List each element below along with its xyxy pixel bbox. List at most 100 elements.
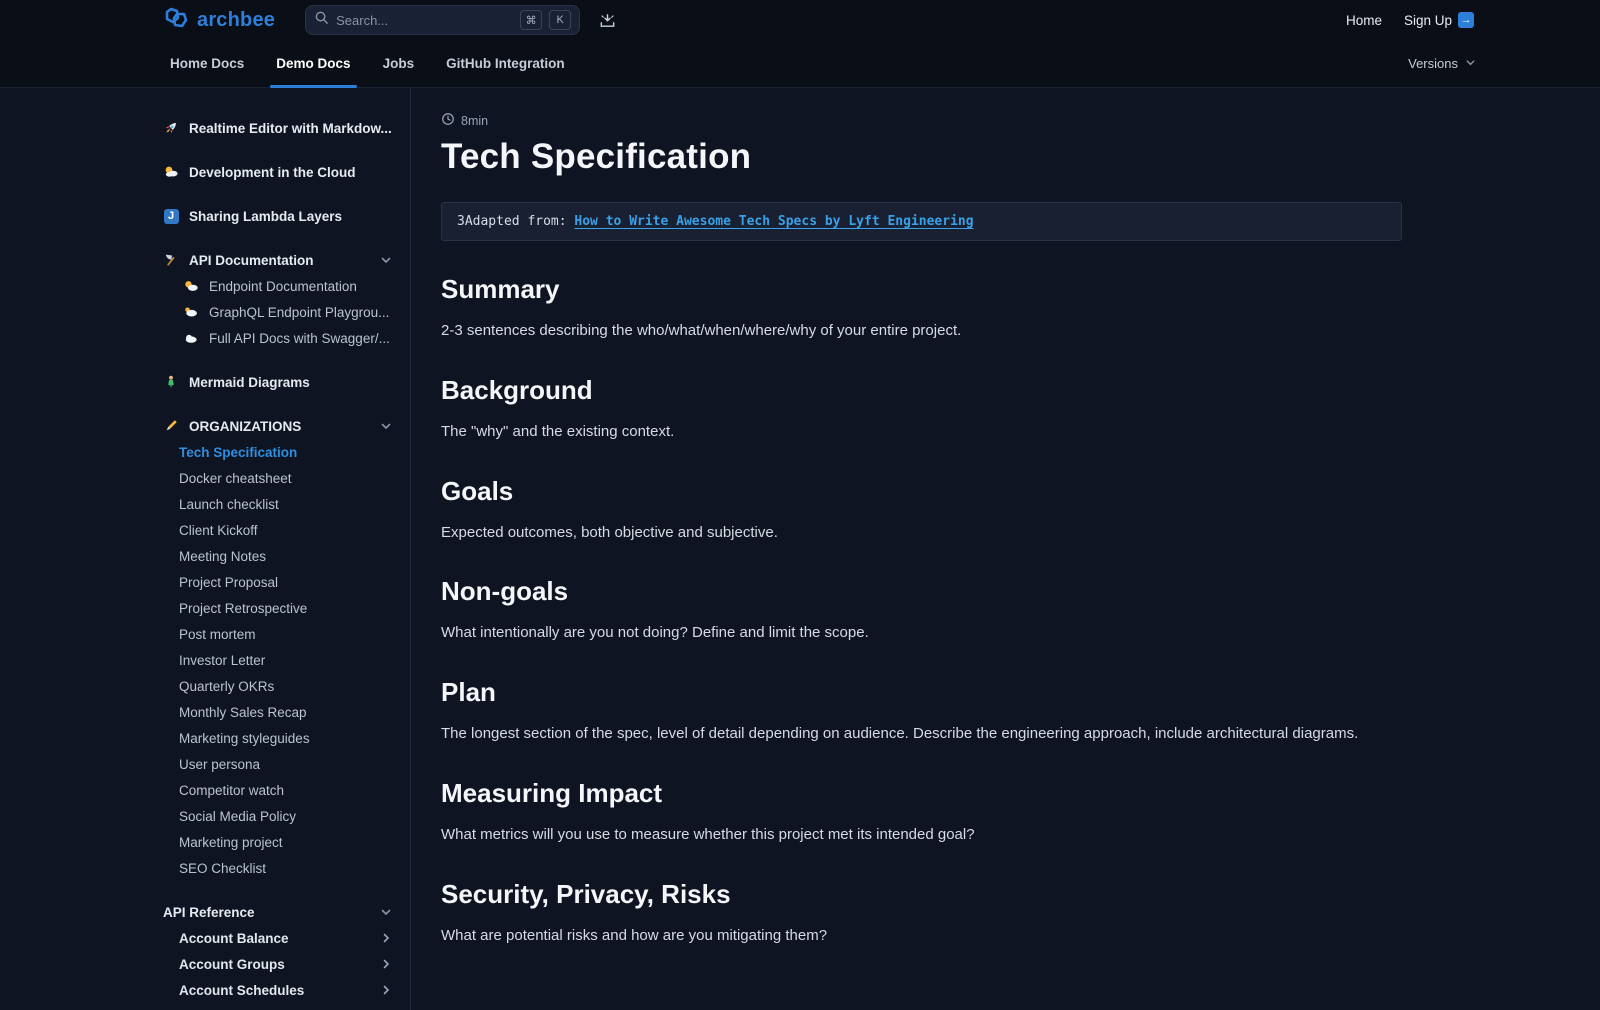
sidebar-item-quarterly-okrs[interactable]: Quarterly OKRs <box>163 673 392 699</box>
home-link[interactable]: Home <box>1346 13 1382 28</box>
section-heading: Plan <box>441 677 1402 708</box>
signup-label: Sign Up <box>1404 13 1452 28</box>
section-heading: Goals <box>441 476 1402 507</box>
sidebar-item-marketing-styleguides[interactable]: Marketing styleguides <box>163 725 392 751</box>
section-body: 2-3 sentences describing the who/what/wh… <box>441 320 1402 342</box>
sidebar-item-development-in-the-cloud[interactable]: Development in the Cloud <box>163 159 392 185</box>
section-heading: Measuring Impact <box>441 778 1402 809</box>
sidebar-item-label: SEO Checklist <box>179 861 266 876</box>
sidebar-item-account-balance[interactable]: Account Balance <box>163 925 392 951</box>
sidebar-item-label: Docker cheatsheet <box>179 471 292 486</box>
sidebar-item-user-persona[interactable]: User persona <box>163 751 392 777</box>
archbee-logo-icon <box>163 6 189 35</box>
sidebar-item-label: Development in the Cloud <box>189 165 356 180</box>
chevron-down-icon <box>1465 56 1476 71</box>
sidebar-item-api-reference[interactable]: API Reference <box>163 899 392 925</box>
mermaid-icon <box>163 374 179 390</box>
tab-home-docs[interactable]: Home Docs <box>170 40 244 88</box>
sidebar-item-label: Realtime Editor with Markdow... <box>189 121 392 136</box>
sidebar-item-meeting-notes[interactable]: Meeting Notes <box>163 543 392 569</box>
sidebar-item-sharing-lambda-layers[interactable]: J Sharing Lambda Layers <box>163 203 392 229</box>
sidebar-item-monthly-sales-recap[interactable]: Monthly Sales Recap <box>163 699 392 725</box>
brand-name: archbee <box>197 9 275 32</box>
sidebar-item-mermaid-diagrams[interactable]: Mermaid Diagrams <box>163 369 392 395</box>
section-plan: Plan The longest section of the spec, lev… <box>441 677 1402 745</box>
sidebar-item-label: Marketing project <box>179 835 283 850</box>
clock-icon <box>441 112 455 129</box>
search-bar[interactable]: ⌘ K <box>305 5 580 35</box>
sidebar-item-label: Project Retrospective <box>179 601 307 616</box>
versions-dropdown[interactable]: Versions <box>1408 56 1476 71</box>
tab-github-integration[interactable]: GitHub Integration <box>446 40 565 88</box>
chevron-right-icon <box>380 984 392 996</box>
sidebar-item-client-kickoff[interactable]: Client Kickoff <box>163 517 392 543</box>
signup-link[interactable]: Sign Up → <box>1404 12 1474 28</box>
section-summary: Summary 2-3 sentences describing the who/… <box>441 274 1402 342</box>
sidebar-item-label: Social Media Policy <box>179 809 296 824</box>
sidebar-item-endpoint-documentation[interactable]: Endpoint Documentation <box>163 273 392 299</box>
space-tabbar: Home Docs Demo Docs Jobs GitHub Integration… <box>0 40 1600 88</box>
lyft-article-link[interactable]: How to Write Awesome Tech Specs by Lyft … <box>574 214 973 229</box>
page-title: Tech Specification <box>441 137 1402 177</box>
section-body: What are potential risks and how are you… <box>441 925 1402 947</box>
download-tray-icon[interactable] <box>598 11 617 30</box>
tab-jobs[interactable]: Jobs <box>383 40 415 88</box>
sidebar-item-label: API Documentation <box>189 253 314 268</box>
sidebar-item-label: Investor Letter <box>179 653 265 668</box>
sidebar-item-realtime-editor-with-markdow[interactable]: Realtime Editor with Markdow... <box>163 115 392 141</box>
sidebar-item-label: Project Proposal <box>179 575 278 590</box>
sidebar-item-organizations[interactable]: ORGANIZATIONS <box>163 413 392 439</box>
sidebar-item-api-documentation[interactable]: API Documentation <box>163 247 392 273</box>
cmd-key-badge: ⌘ <box>520 10 542 30</box>
sidebar-item-label: Full API Docs with Swagger/... <box>209 331 390 346</box>
chevron-right-icon <box>380 932 392 944</box>
section-body: The "why" and the existing context. <box>441 421 1402 443</box>
pencil-icon <box>163 418 179 434</box>
section-heading: Summary <box>441 274 1402 305</box>
sidebar-item-label: Mermaid Diagrams <box>189 375 310 390</box>
sidebar-item-label: Account Groups <box>179 957 285 972</box>
sidebar-item-account-schedules[interactable]: Account Schedules <box>163 977 392 1003</box>
sidebar-item-account-groups[interactable]: Account Groups <box>163 951 392 977</box>
sidebar-item-label: ORGANIZATIONS <box>189 419 301 434</box>
sidebar-item-competitor-watch[interactable]: Competitor watch <box>163 777 392 803</box>
sidebar-item-graphql-endpoint-playgrou[interactable]: GraphQL Endpoint Playgrou... <box>163 299 392 325</box>
sidebar-item-label: Sharing Lambda Layers <box>189 209 342 224</box>
sidebar-item-project-retrospective[interactable]: Project Retrospective <box>163 595 392 621</box>
sidebar-item-label: Meeting Notes <box>179 549 266 564</box>
sidebar-item-label: Account Balance <box>179 931 289 946</box>
sidebar-item-docker-cheatsheet[interactable]: Docker cheatsheet <box>163 465 392 491</box>
top-header: archbee ⌘ K Home Sign Up → <box>0 0 1600 40</box>
sidebar-item-post-mortem[interactable]: Post mortem <box>163 621 392 647</box>
section-non-goals: Non-goalsWhat intentionally are you not … <box>441 576 1402 644</box>
sidebar-item-marketing-project[interactable]: Marketing project <box>163 829 392 855</box>
attribution-callout: 3Adapted from: How to Write Awesome Tech… <box>441 202 1402 241</box>
sidebar-item-full-api-docs-with-swagger[interactable]: Full API Docs with Swagger/... <box>163 325 392 351</box>
search-input[interactable] <box>336 13 513 28</box>
section-security-privacy-risks: Security, Privacy, RisksWhat are potenti… <box>441 879 1402 947</box>
doc-content: 8min Tech Specification 3Adapted from: H… <box>411 88 1600 1010</box>
section-heading: Background <box>441 375 1402 406</box>
chevron-down-icon <box>380 254 392 266</box>
doc-sidebar: Realtime Editor with Markdow... Developme… <box>0 88 411 1010</box>
java-icon: J <box>163 208 179 224</box>
sidebar-item-project-proposal[interactable]: Project Proposal <box>163 569 392 595</box>
sidebar-item-social-media-policy[interactable]: Social Media Policy <box>163 803 392 829</box>
section-body: What intentionally are you not doing? De… <box>441 622 1402 644</box>
sidebar-item-label: Post mortem <box>179 627 256 642</box>
sidebar-item-launch-checklist[interactable]: Launch checklist <box>163 491 392 517</box>
brand-logo[interactable]: archbee <box>163 6 275 35</box>
section-body: The longest section of the spec, level o… <box>441 723 1402 745</box>
section-body: What metrics will you use to measure whe… <box>441 824 1402 846</box>
section-background: Background The "why" and the existing con… <box>441 375 1402 443</box>
tab-demo-docs[interactable]: Demo Docs <box>276 40 350 88</box>
k-key-badge: K <box>549 10 571 30</box>
sidebar-item-tech-specification[interactable]: Tech Specification <box>163 439 392 465</box>
versions-label: Versions <box>1408 56 1458 71</box>
sun-small-cloud-icon <box>163 164 179 180</box>
sidebar-item-seo-checklist[interactable]: SEO Checklist <box>163 855 392 881</box>
sun-behind-cloud-icon <box>183 278 199 294</box>
sidebar-item-label: Client Kickoff <box>179 523 258 538</box>
sidebar-item-investor-letter[interactable]: Investor Letter <box>163 647 392 673</box>
sidebar-item-label: Competitor watch <box>179 783 284 798</box>
